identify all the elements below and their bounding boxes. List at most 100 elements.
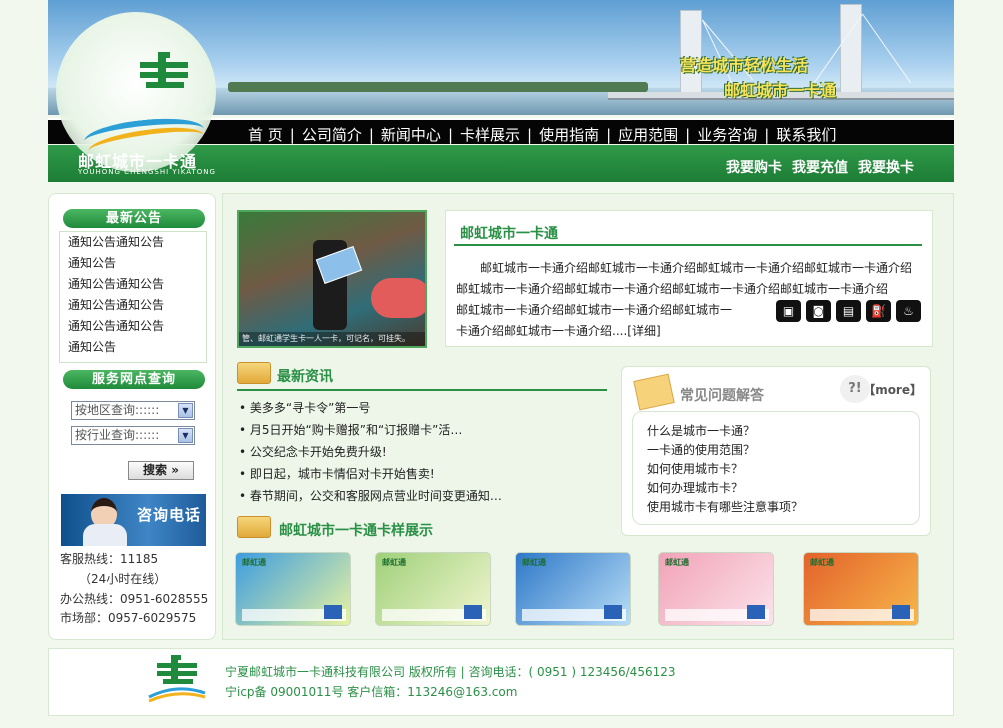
intro-line-4[interactable]: 卡通介绍邮虹城市一卡通介绍....[详细] — [456, 321, 924, 342]
notice-item[interactable]: 通知公告通知公告 — [60, 316, 206, 337]
news-item[interactable]: • 月5日开始“购卡赠报”和“订报赠卡”活… — [239, 419, 599, 441]
intro-panel: 邮虹城市一卡通 邮虹城市一卡通介绍邮虹城市一卡通介绍邮虹城市一卡通介绍邮虹城市一… — [445, 210, 933, 347]
intro-divider — [454, 244, 922, 246]
notice-list: 通知公告通知公告 通知公告 通知公告通知公告 通知公告通知公告 通知公告通知公告 通知公告 — [59, 231, 207, 363]
faq-item[interactable]: 使用城市卡有哪些注意事项？ — [647, 498, 919, 517]
card-brand: 邮虹通 — [522, 558, 546, 567]
logo-subtext: YOUHONG CHENGSHI YIKATONG — [78, 168, 216, 176]
quick-link[interactable]: 我要购卡 — [726, 160, 782, 176]
cards-card-icon — [237, 516, 271, 538]
card-sample[interactable]: 邮虹通 — [375, 552, 491, 626]
notice-heading: 最新公告 — [63, 209, 205, 228]
feature-photo[interactable]: 管、邮虹通学生卡一人一卡，可记名，可挂失。 — [237, 210, 427, 348]
nav-item[interactable]: 联系我们 — [770, 124, 842, 145]
nav-separator: | — [606, 126, 612, 144]
nav-item[interactable]: 新闻中心 — [375, 124, 447, 145]
notice-item[interactable]: 通知公告 — [60, 253, 206, 274]
gas-pump-icon[interactable]: ⛽ — [866, 300, 891, 322]
intro-line-1: 邮虹城市一卡通介绍邮虹城市一卡通介绍邮虹城市一卡通介绍邮虹城市一卡通介绍 — [480, 261, 913, 275]
news-card-icon — [237, 362, 271, 384]
notice-item[interactable]: 通知公告通知公告 — [60, 232, 206, 253]
banner-slogan-1: 营造城市轻松生活 — [680, 56, 809, 75]
nav-separator: | — [685, 126, 691, 144]
icdc-icon — [324, 605, 342, 619]
footer-icp: 宁icp备 09001011号 客户信箱：113246@163.com — [225, 685, 518, 699]
nav-item[interactable]: 首 页 — [242, 124, 289, 145]
news-item[interactable]: • 美多多“寻卡令”第一号 — [239, 397, 599, 419]
faq-more-link[interactable]: 【more】 — [863, 381, 922, 398]
card-brand: 邮虹通 — [382, 558, 406, 567]
news-list: • 美多多“寻卡令”第一号 • 月5日开始“购卡赠报”和“订报赠卡”活… • 公交纪… — [239, 397, 599, 507]
nav-menu: 首 页 | 公司简介 | 新闻中心 | 卡样展示 | 使用指南 | 应用范围 | 业务咨询 | 联系我们 — [242, 124, 842, 145]
footer-logo-icon — [148, 655, 206, 703]
photo-hand — [371, 278, 425, 318]
banner-treeline — [228, 82, 648, 92]
area-select[interactable]: 按地区查询:::::: ▼ — [71, 401, 195, 420]
icdc-icon — [892, 605, 910, 619]
quick-link[interactable]: 我要换卡 — [858, 160, 914, 176]
office-line: 办公热线：0951-6028555 — [60, 592, 209, 606]
market-line: 市场部：0957-6029575 — [60, 611, 197, 625]
card-brand: 邮虹通 — [242, 558, 266, 567]
news-item[interactable]: • 春节期间，公交和客服网点营业时间变更通知… — [239, 485, 599, 507]
cards-heading: 邮虹城市一卡通卡样展示 — [279, 523, 433, 539]
icdc-icon — [604, 605, 622, 619]
chevron-down-icon[interactable]: ▼ — [178, 403, 193, 418]
hotline-hours: （24小时在线） — [79, 572, 167, 586]
service-heading: 服务网点查询 — [63, 370, 205, 389]
photo-caption: 管、邮虹通学生卡一人一卡，可记名，可挂失。 — [239, 332, 425, 346]
notice-item[interactable]: 通知公告通知公告 — [60, 274, 206, 295]
nav-separator: | — [368, 126, 374, 144]
nav-item[interactable]: 应用范围 — [612, 124, 684, 145]
quick-link[interactable]: 我要充值 — [792, 160, 848, 176]
news-item[interactable]: • 即日起，城市卡情侣对卡开始售卖! — [239, 463, 599, 485]
quick-links: 我要购卡 我要充值 我要换卡 — [716, 157, 914, 177]
industry-select[interactable]: 按行业查询:::::: ▼ — [71, 426, 195, 445]
area-select-value: 按地区查询:::::: — [75, 403, 160, 417]
intro-title: 邮虹城市一卡通 — [460, 226, 558, 242]
news-item[interactable]: • 公交纪念卡开始免费升级! — [239, 441, 599, 463]
intro-line-2: 邮虹城市一卡通介绍邮虹城市一卡通介绍邮虹城市一卡通介绍邮虹城市一卡通介绍 — [456, 282, 889, 296]
news-heading: 最新资讯 — [277, 369, 333, 385]
footer: 宁夏邮虹城市一卡通科技有限公司 版权所有 | 咨询电话：( 0951 ) 123… — [48, 648, 954, 716]
banner-slogan-2: 邮虹城市一卡通 — [724, 81, 837, 100]
hotline-text: 客服热线：11185 — [60, 552, 159, 566]
card-sample[interactable]: 邮虹通 — [235, 552, 351, 626]
nav-item[interactable]: 卡样展示 — [454, 124, 526, 145]
faq-list: 什么是城市一卡通？ 一卡通的使用范围？ 如何使用城市卡？ 如何办理城市卡？ 使用城市卡有… — [632, 411, 920, 525]
faq-item[interactable]: 如何使用城市卡？ — [647, 460, 919, 479]
faq-item[interactable]: 一卡通的使用范围？ — [647, 441, 919, 460]
train-icon[interactable]: ▣ — [776, 300, 801, 322]
bus-icon[interactable]: ▤ — [836, 300, 861, 322]
nav-item[interactable]: 公司简介 — [296, 124, 368, 145]
icdc-icon — [464, 605, 482, 619]
taxi-icon[interactable]: ◙ — [806, 300, 831, 322]
main-content: 管、邮虹通学生卡一人一卡，可记名，可挂失。 邮虹城市一卡通 邮虹城市一卡通介绍邮… — [222, 193, 954, 640]
notice-item[interactable]: 通知公告通知公告 — [60, 295, 206, 316]
consult-phone-label: 咨询电话 — [137, 506, 202, 524]
card-sample[interactable]: 邮虹通 — [803, 552, 919, 626]
consult-phone-banner[interactable]: 咨询电话 — [61, 494, 206, 546]
agent-body — [83, 524, 127, 546]
faq-item[interactable]: 什么是城市一卡通？ — [647, 422, 919, 441]
card-sample[interactable]: 邮虹通 — [515, 552, 631, 626]
sidebar: 最新公告 通知公告通知公告 通知公告 通知公告通知公告 通知公告通知公告 通知公告通知公… — [48, 193, 216, 640]
footer-copyright: 宁夏邮虹城市一卡通科技有限公司 版权所有 | 咨询电话：( 0951 ) 123… — [225, 665, 676, 679]
nav-separator: | — [289, 126, 295, 144]
post-logo-icon — [140, 52, 188, 88]
nav-item[interactable]: 业务咨询 — [691, 124, 763, 145]
service-icons: ▣ ◙ ▤ ⛽ ♨ — [776, 300, 926, 322]
news-divider — [237, 389, 607, 391]
card-gallery: 邮虹通 邮虹通 邮虹通 邮虹通 邮虹通 — [235, 552, 945, 628]
envelope-icon — [633, 373, 675, 411]
icdc-icon — [747, 605, 765, 619]
card-sample[interactable]: 邮虹通 — [658, 552, 774, 626]
chevron-down-icon[interactable]: ▼ — [178, 428, 193, 443]
flame-icon[interactable]: ♨ — [896, 300, 921, 322]
card-brand: 邮虹通 — [665, 558, 689, 567]
nav-item[interactable]: 使用指南 — [533, 124, 605, 145]
search-button[interactable]: 搜索 » — [128, 461, 194, 480]
faq-item[interactable]: 如何办理城市卡？ — [647, 479, 919, 498]
notice-item[interactable]: 通知公告 — [60, 337, 206, 358]
faq-heading: 常见问题解答 — [680, 388, 764, 404]
